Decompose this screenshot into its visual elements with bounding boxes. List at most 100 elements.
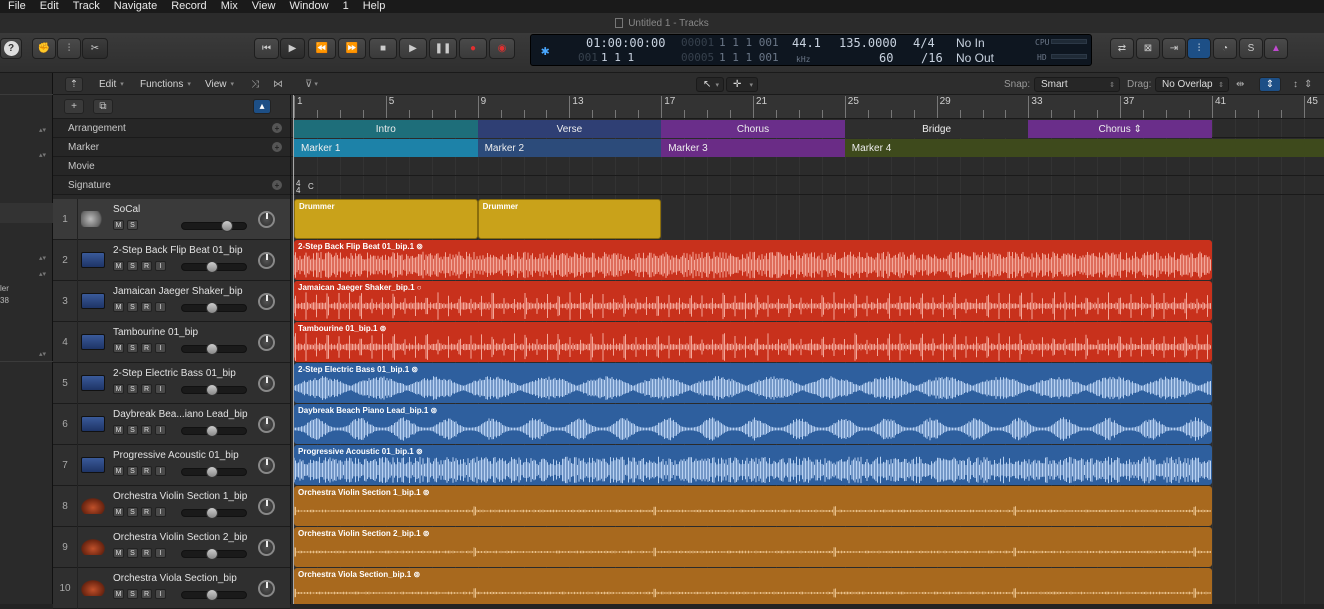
mute-button[interactable]: M: [113, 384, 124, 394]
audio-waveform-icon[interactable]: [81, 293, 105, 309]
marker[interactable]: Marker 3: [661, 139, 845, 157]
solo-button[interactable]: S: [127, 261, 138, 271]
capture-recording-button[interactable]: ◉: [489, 38, 515, 59]
menu-item-file[interactable]: File: [0, 0, 33, 13]
pan-knob[interactable]: [258, 580, 275, 597]
command-click-tool[interactable]: ✛ ▾: [726, 77, 758, 92]
track-header[interactable]: 10 Orchestra Viola Section_bip M S R I: [53, 568, 290, 609]
fader-knob[interactable]: [206, 589, 219, 601]
record-enable-button[interactable]: R: [141, 425, 152, 435]
snap-dropdown[interactable]: Smart ⇕: [1034, 77, 1120, 92]
add-icon[interactable]: +: [272, 180, 282, 190]
drum-kit-icon[interactable]: [81, 211, 105, 227]
track-name[interactable]: Orchestra Violin Section 1_bip: [113, 491, 263, 502]
autopunch-button[interactable]: ⇥: [1162, 38, 1186, 59]
left-click-tool[interactable]: ↖ ▾: [696, 77, 724, 92]
rewind-button[interactable]: ⏪: [308, 38, 336, 59]
global-lane[interactable]: [291, 176, 1324, 195]
menu-item-mix[interactable]: Mix: [214, 0, 245, 13]
menu-item-edit[interactable]: Edit: [33, 0, 66, 13]
audio-waveform-icon[interactable]: [81, 375, 105, 391]
audio-region[interactable]: Tambourine 01_bip.1 ⊚: [294, 322, 1212, 362]
violin-icon[interactable]: [81, 539, 105, 555]
violin-icon[interactable]: [81, 580, 105, 596]
tuner-button[interactable]: ⫶: [1187, 38, 1211, 59]
duplicate-track-button[interactable]: ⧉: [93, 99, 113, 114]
arrangement-marker[interactable]: Intro: [294, 120, 478, 138]
edit-menu[interactable]: Edit ▾: [99, 77, 124, 91]
audio-region[interactable]: Progressive Acoustic 01_bip.1 ⊚: [294, 445, 1212, 485]
track-name[interactable]: Orchestra Violin Section 2_bip: [113, 532, 263, 543]
input-monitor-button[interactable]: I: [155, 425, 166, 435]
menu-item-view[interactable]: View: [245, 0, 283, 13]
lcd-display[interactable]: ✱ 01:00:00:00 00001 1 1 1 001 001 1 1 1 …: [530, 34, 1092, 66]
audio-region[interactable]: Drummer: [477, 199, 662, 239]
stop-button[interactable]: ■: [369, 38, 397, 59]
volume-fader[interactable]: [181, 548, 247, 560]
record-enable-button[interactable]: R: [141, 302, 152, 312]
audio-waveform-icon[interactable]: [81, 416, 105, 432]
track-name[interactable]: Tambourine 01_bip: [113, 327, 263, 338]
track-name[interactable]: 2-Step Electric Bass 01_bip: [113, 368, 263, 379]
inspector-chevron-icon[interactable]: ▴▾: [39, 151, 46, 159]
violin-icon[interactable]: [81, 498, 105, 514]
track-header[interactable]: 2 2-Step Back Flip Beat 01_bip M S R I: [53, 240, 290, 281]
global-lane[interactable]: [291, 157, 1324, 176]
time-signature-mark[interactable]: 4 4: [296, 180, 300, 195]
zoom-slider[interactable]: ↕ ⇕: [1293, 77, 1312, 91]
arrangement-marker[interactable]: Verse: [477, 120, 662, 138]
mute-button[interactable]: M: [113, 343, 124, 353]
play-button[interactable]: ▶: [399, 38, 427, 59]
global-track-movie[interactable]: Movie: [53, 157, 290, 176]
fader-knob[interactable]: [220, 220, 233, 232]
filter-button[interactable]: ⊽ ▾: [305, 77, 318, 91]
global-track-signature[interactable]: Signature +: [53, 176, 290, 195]
input-monitor-button[interactable]: I: [155, 302, 166, 312]
fader-knob[interactable]: [206, 425, 219, 437]
volume-fader[interactable]: [181, 425, 247, 437]
pan-knob[interactable]: [258, 416, 275, 433]
library-button[interactable]: ✊: [32, 38, 56, 59]
record-enable-button[interactable]: R: [141, 384, 152, 394]
metronome-button[interactable]: ▲: [1264, 38, 1288, 59]
track-header[interactable]: 8 Orchestra Violin Section 1_bip M S R I: [53, 486, 290, 527]
record-enable-button[interactable]: R: [141, 261, 152, 271]
key-signature-mark[interactable]: C: [308, 182, 314, 191]
add-icon[interactable]: +: [272, 123, 282, 133]
arrangement-marker[interactable]: Bridge: [844, 120, 1029, 138]
vertical-zoom-button[interactable]: ⇕: [1259, 77, 1281, 92]
inspector-chevron-icon[interactable]: ▴▾: [39, 126, 46, 134]
add-icon[interactable]: +: [272, 142, 282, 152]
editors-button[interactable]: ✂: [82, 38, 108, 59]
pan-knob[interactable]: [258, 211, 275, 228]
audio-waveform-icon[interactable]: [81, 457, 105, 473]
input-monitor-button[interactable]: I: [155, 343, 166, 353]
solo-button[interactable]: S: [127, 343, 138, 353]
input-monitor-button[interactable]: I: [155, 261, 166, 271]
inspector-chevron-icon[interactable]: ▴▾: [39, 254, 46, 262]
mute-button[interactable]: M: [113, 425, 124, 435]
track-name[interactable]: 2-Step Back Flip Beat 01_bip: [113, 245, 263, 256]
pause-button[interactable]: ❚❚: [429, 38, 457, 59]
menu-item-record[interactable]: Record: [164, 0, 213, 13]
audio-waveform-icon[interactable]: [81, 334, 105, 350]
playhead[interactable]: [293, 95, 294, 604]
mute-button[interactable]: M: [113, 589, 124, 599]
menu-item-navigate[interactable]: Navigate: [107, 0, 164, 13]
inspector-chevron-icon[interactable]: ▴▾: [39, 270, 46, 278]
record-enable-button[interactable]: R: [141, 507, 152, 517]
marker[interactable]: Marker 2: [477, 139, 662, 157]
catch-playhead-button[interactable]: ⇡: [65, 77, 83, 92]
track-header[interactable]: 7 Progressive Acoustic 01_bip M S R I: [53, 445, 290, 486]
fader-knob[interactable]: [206, 343, 219, 355]
mute-button[interactable]: M: [113, 261, 124, 271]
pan-knob[interactable]: [258, 293, 275, 310]
volume-fader[interactable]: [181, 466, 247, 478]
marker[interactable]: Marker 4: [844, 139, 1324, 157]
mixer-button[interactable]: ⫶: [57, 38, 81, 59]
audio-region[interactable]: Orchestra Viola Section_bip.1 ⊚: [294, 568, 1212, 604]
replace-button[interactable]: ⊠: [1136, 38, 1160, 59]
track-header[interactable]: 1 SoCal M S: [53, 199, 290, 240]
arrangement-marker[interactable]: Chorus ⇕: [1028, 120, 1212, 138]
fader-knob[interactable]: [206, 466, 219, 478]
